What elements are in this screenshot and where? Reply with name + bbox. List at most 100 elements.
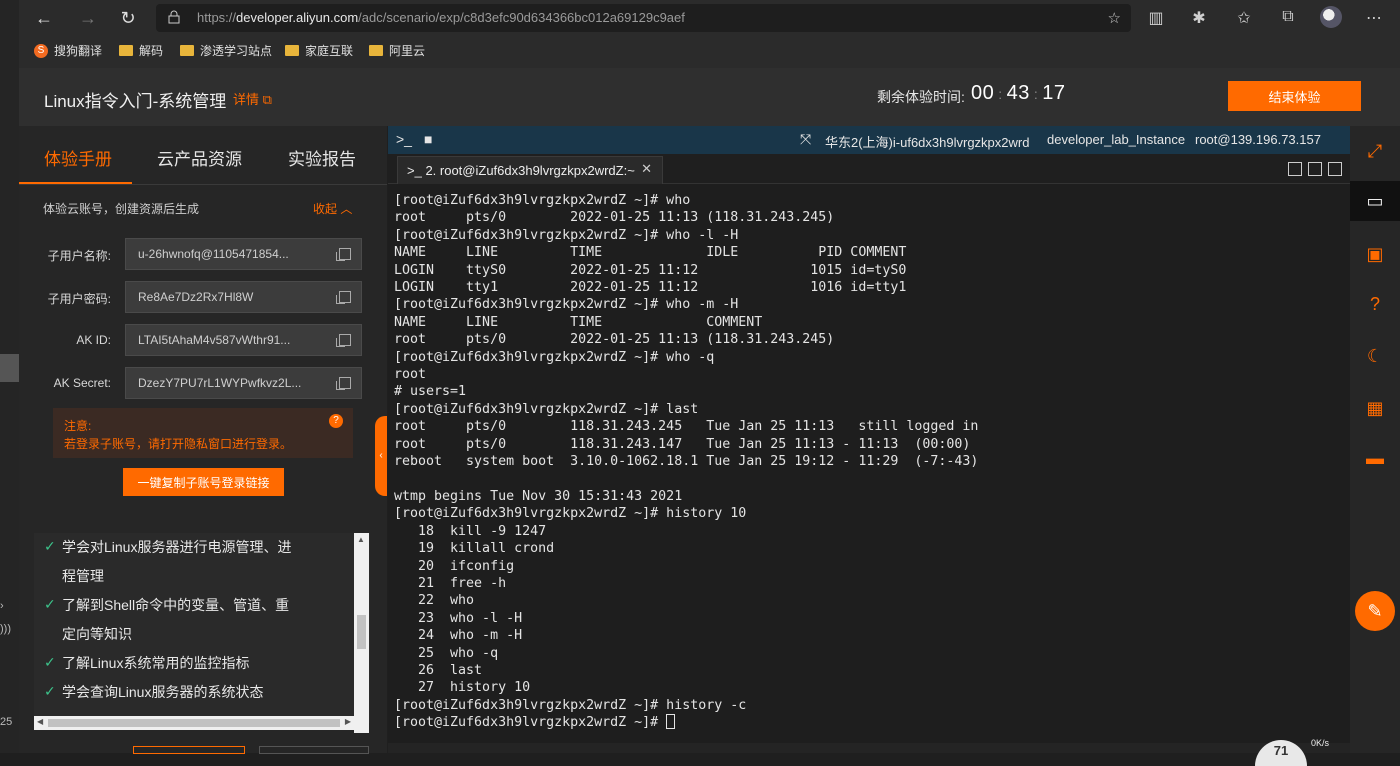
close-icon[interactable]: ✕	[641, 161, 652, 177]
tab-report[interactable]: 实验报告	[288, 145, 356, 170]
split-vertical-icon[interactable]	[1308, 162, 1322, 176]
terminal-icon[interactable]: ▭	[1350, 181, 1400, 221]
archive-icon[interactable]: ▣	[1350, 234, 1400, 274]
terminal-statusbar	[388, 743, 1350, 753]
terminal-line: 22 who	[394, 593, 475, 609]
terminal-line: root pts/0 118.31.243.245 Tue Jan 25 11:…	[394, 419, 979, 435]
bookmark-aliyun[interactable]: 阿里云	[369, 42, 425, 59]
terminal-line: [root@iZuf6dx3h9lvrgzkpx2wrdZ ~]# last	[394, 401, 699, 417]
terminal-line: root pts/0 118.31.243.147 Tue Jan 25 11:…	[394, 436, 971, 452]
terminal-toolbar: >_ ■ ⤧ 华东2(上海)i-uf6dx3h9lvrgzkpx2wrd dev…	[388, 126, 1350, 154]
panel-collapse-handle[interactable]: ‹	[375, 416, 387, 496]
profile-avatar[interactable]	[1320, 6, 1342, 28]
detail-link[interactable]: 详情 ⧉	[233, 89, 272, 108]
terminal-tab[interactable]: >_ 2. root@iZuf6dx3h9lvrgzkpx2wrdZ:~ ✕	[397, 156, 663, 184]
ak-secret-field[interactable]: DzezY7PU7rL1WYPwfkvz2L...	[125, 367, 362, 399]
copy-icon[interactable]	[336, 334, 351, 347]
copy-icon[interactable]	[336, 377, 351, 390]
edge-marker	[0, 354, 19, 382]
back-icon[interactable]: ←	[33, 8, 55, 28]
copy-login-link-button[interactable]: 一键复制子账号登录链接	[123, 468, 284, 496]
username-field[interactable]: u-26hwnofq@1105471854...	[125, 238, 362, 270]
lock-icon	[168, 10, 180, 24]
countdown-timer: 00:43:17	[971, 82, 1066, 104]
terminal-line: [root@iZuf6dx3h9lvrgzkpx2wrdZ ~]# who -q	[394, 349, 715, 365]
warning-text: 若登录子账号，请打开隐私窗口进行登录。	[64, 437, 293, 451]
url-text: https://developer.aliyun.com/adc/scenari…	[197, 10, 685, 25]
ak-id-field[interactable]: LTAI5tAhaM4v587vWthr91...	[125, 324, 362, 356]
terminal-line: [root@iZuf6dx3h9lvrgzkpx2wrdZ ~]# histor…	[394, 506, 747, 522]
extensions-icon[interactable]: ✱	[1189, 8, 1209, 28]
scroll-right-icon[interactable]: ▶	[345, 717, 351, 726]
reader-icon[interactable]: ▥	[1146, 8, 1166, 28]
terminal-line: root	[394, 367, 427, 383]
guide-panel: 体验手册 云产品资源 实验报告 体验云账号，创建资源后生成 收起 ︿ 子用户名称…	[19, 126, 387, 754]
bookmark-pentest[interactable]: 渗透学习站点	[180, 42, 272, 59]
window-edge: › ))) 25	[0, 0, 19, 753]
more-icon[interactable]: ⋯	[1364, 8, 1384, 28]
chat-icon[interactable]: ▬	[1350, 438, 1400, 478]
instance-region: 华东2(上海)i-uf6dx3h9lvrgzkpx2wrd	[825, 135, 1030, 150]
tab-cloud-resources[interactable]: 云产品资源	[157, 145, 242, 170]
field-label-username: 子用户名称:	[47, 249, 111, 263]
folder-icon	[119, 45, 133, 56]
goals-vertical-scrollbar[interactable]: ▲	[354, 533, 369, 733]
copy-icon[interactable]	[336, 291, 351, 304]
instance-name: developer_lab_Instance	[1047, 132, 1186, 147]
terminal-line: 26 last	[394, 662, 483, 678]
split-horizontal-icon[interactable]	[1328, 162, 1342, 176]
favorites-icon[interactable]: ✩	[1234, 8, 1254, 28]
bookmark-decode[interactable]: 解码	[119, 42, 163, 59]
moon-icon[interactable]: ☾	[1350, 336, 1400, 376]
scrollbar-thumb[interactable]	[48, 719, 340, 727]
goal-item: 学会对Linux服务器进行电源管理、进 程管理	[62, 539, 292, 584]
split-add-icon[interactable]	[1288, 162, 1302, 176]
warning-title: 注意:	[64, 419, 92, 433]
forward-icon[interactable]: →	[77, 8, 99, 28]
tab-manual[interactable]: 体验手册	[44, 145, 112, 170]
terminal-line: 27 history 10	[394, 680, 531, 696]
collections-icon[interactable]: ⧉	[1278, 8, 1298, 26]
terminal-output[interactable]: [root@iZuf6dx3h9lvrgzkpx2wrdZ ~]# who roo…	[394, 192, 1342, 748]
terminal-line: root pts/0 2022-01-25 11:13 (118.31.243.…	[394, 210, 835, 226]
bookmarks-bar: S 搜狗翻译 解码 渗透学习站点 家庭互联 阿里云	[19, 36, 1400, 64]
check-icon: ✓	[44, 683, 56, 699]
bookmark-sogou[interactable]: S 搜狗翻译	[34, 42, 102, 59]
help-icon[interactable]: ?	[329, 414, 343, 428]
terminal-line: [root@iZuf6dx3h9lvrgzkpx2wrdZ ~]# histor…	[394, 697, 747, 713]
scroll-up-icon[interactable]: ▲	[357, 535, 365, 544]
fullscreen-icon[interactable]: ⤧	[800, 131, 811, 148]
terminal-icon[interactable]: >_	[396, 131, 412, 147]
collapse-toggle[interactable]: 收起 ︿	[313, 200, 352, 217]
terminal-line: 18 kill -9 1247	[394, 523, 547, 539]
refresh-icon[interactable]: ↻	[117, 8, 139, 28]
qrcode-icon[interactable]: ▦	[1350, 388, 1400, 428]
check-icon: ✓	[44, 654, 56, 670]
timer-label: 剩余体验时间:	[877, 89, 965, 105]
panel-tabs: 体验手册 云产品资源 实验报告	[19, 126, 387, 185]
copy-icon[interactable]	[336, 248, 351, 261]
chevron-right-icon: ›	[0, 600, 4, 612]
chevron-up-icon: ︿	[340, 202, 353, 216]
folder-icon	[180, 45, 194, 56]
terminal-panel: >_ ■ ⤧ 华东2(上海)i-uf6dx3h9lvrgzkpx2wrd dev…	[388, 126, 1350, 753]
feedback-edit-icon[interactable]: ✎	[1355, 591, 1395, 631]
terminal-line: 25 who -q	[394, 645, 499, 661]
expand-icon[interactable]: ⤢	[1350, 131, 1400, 171]
field-label-ak-secret: AK Secret:	[53, 376, 111, 390]
bookmark-home[interactable]: 家庭互联	[285, 42, 353, 59]
network-speed: 0K/s	[1311, 738, 1330, 748]
address-bar[interactable]: https://developer.aliyun.com/adc/scenari…	[156, 4, 1131, 32]
favorite-star-icon[interactable]: ☆	[1108, 9, 1121, 27]
login-info: root@139.196.73.157	[1195, 132, 1321, 147]
scroll-left-icon[interactable]: ◀	[37, 717, 43, 726]
terminal-line: NAME LINE TIME IDLE PID COMMENT	[394, 245, 907, 261]
scrollbar-thumb[interactable]	[357, 615, 366, 649]
help-icon[interactable]: ?	[1350, 284, 1400, 324]
terminal-line: 24 who -m -H	[394, 628, 523, 644]
goals-horizontal-scrollbar[interactable]: ◀ ▶	[34, 716, 354, 730]
password-field[interactable]: Re8Ae7Dz2Rx7Hl8W	[125, 281, 362, 313]
folder-icon[interactable]: ■	[424, 131, 432, 147]
end-experience-button[interactable]: 结束体验	[1228, 81, 1361, 111]
